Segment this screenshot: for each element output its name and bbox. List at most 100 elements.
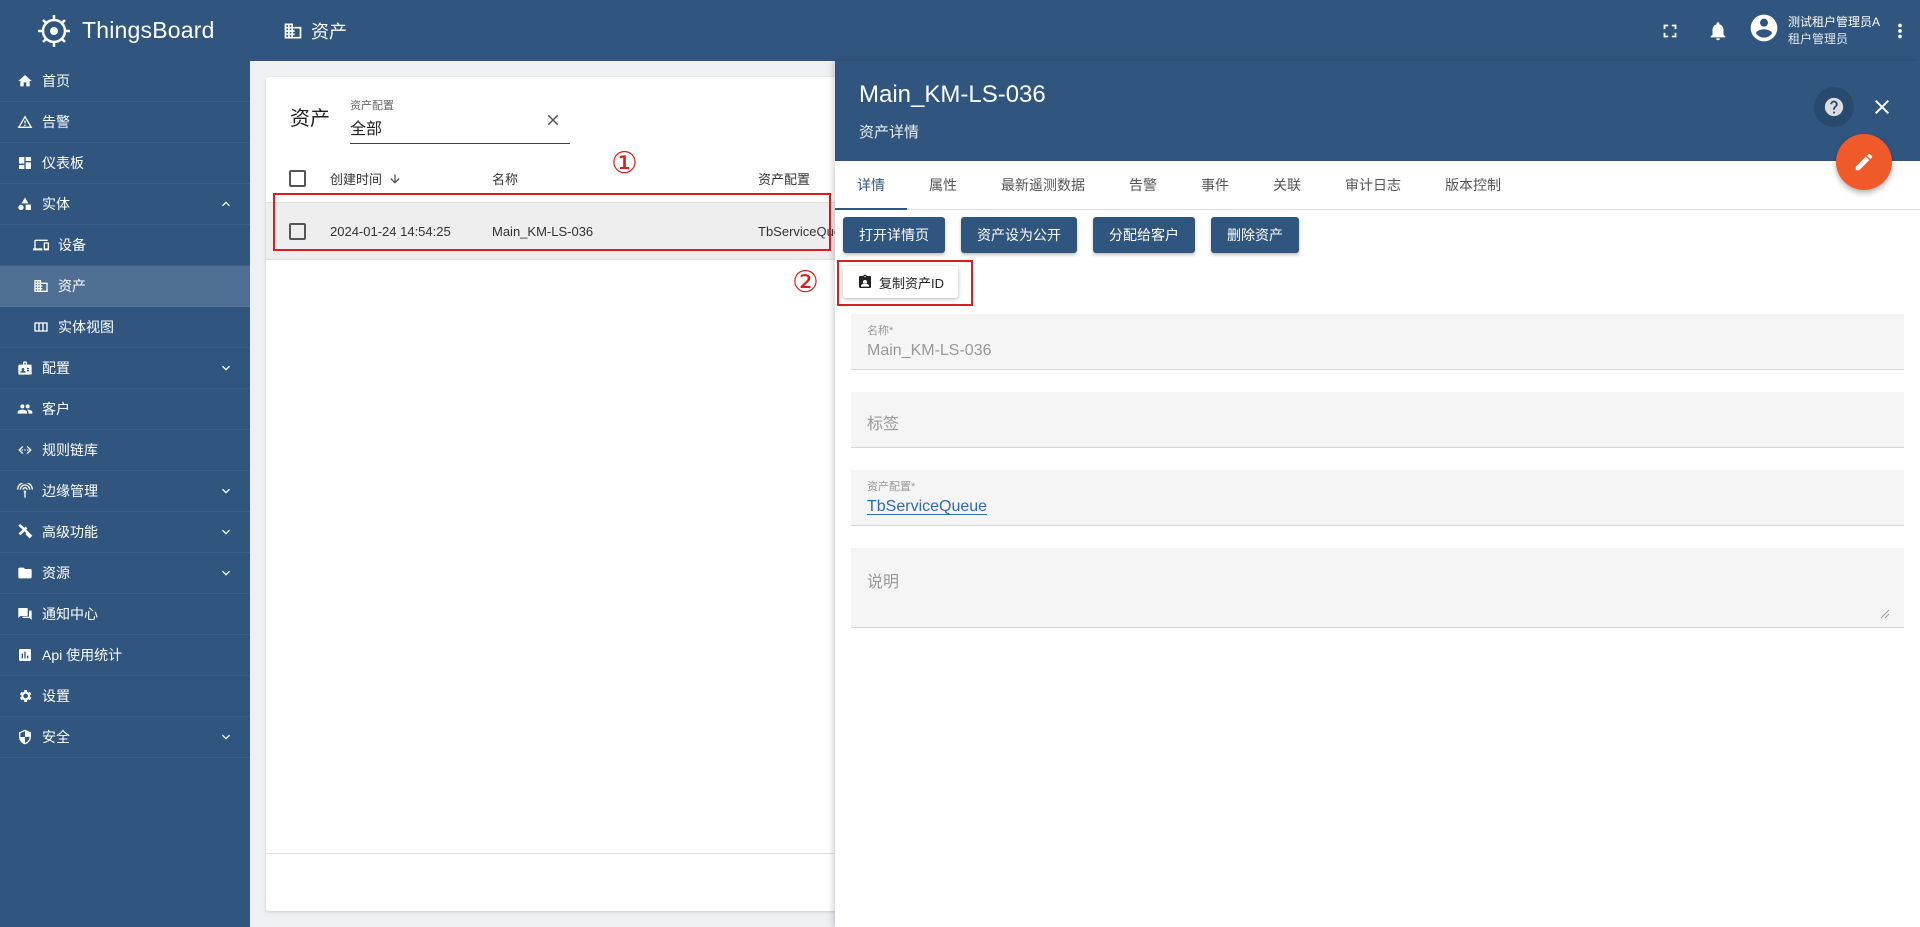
rule-chain-icon [16, 441, 34, 459]
help-button[interactable] [1814, 87, 1854, 127]
chevron-down-icon[interactable] [218, 729, 234, 745]
filter-label: 资产配置 [350, 99, 394, 112]
gear-icon [16, 687, 34, 705]
details-header: Main_KM-LS-036 资产详情 [835, 61, 1920, 190]
sidebar-item-advanced[interactable]: 高级功能 [0, 512, 250, 553]
chevron-down-icon[interactable] [218, 565, 234, 581]
account-circle-icon [1748, 12, 1780, 49]
resize-handle-icon[interactable] [1880, 609, 1890, 619]
sidebar-item-label: 首页 [42, 73, 70, 89]
chart-icon [16, 646, 34, 664]
sidebar-item-devices[interactable]: 设备 [0, 225, 250, 266]
fullscreen-icon [1663, 24, 1677, 37]
sidebar-item-api-usage[interactable]: Api 使用统计 [0, 635, 250, 676]
sidebar-item-settings[interactable]: 设置 [0, 676, 250, 717]
home-icon [16, 72, 34, 90]
thingsboard-logo-icon [38, 14, 70, 47]
chevron-down-icon[interactable] [218, 524, 234, 540]
arrow-down-icon [390, 173, 400, 184]
profiles-icon [16, 359, 34, 377]
sidebar-item-label: 设置 [42, 688, 70, 704]
breadcrumb-label: 资产 [311, 21, 347, 42]
step-two-marker: ② [792, 266, 819, 299]
tab-attributes[interactable]: 属性 [907, 161, 979, 209]
asset-profile-field[interactable]: 资产配置* TbServiceQueue [851, 470, 1904, 526]
description-field[interactable]: 说明 [851, 548, 1904, 628]
sidebar-item-label: 配置 [42, 360, 70, 376]
bell-icon [1710, 21, 1726, 40]
label-field-placeholder: 标签 [867, 416, 900, 433]
user-menu[interactable]: 测试租户管理员A 租户管理员 [1748, 12, 1880, 49]
sidebar-item-profiles[interactable]: 配置 [0, 348, 250, 389]
brand-logo[interactable]: ThingsBoard [0, 0, 250, 61]
help-icon [1824, 97, 1844, 117]
edit-button[interactable] [1836, 134, 1892, 190]
close-button[interactable] [1870, 95, 1894, 119]
sidebar-nav: 首页 告警 仪表板 实体 设备 资产 实体视图 配置 客户 规则链库 边缘管理 … [0, 61, 250, 758]
asset-details-panel: Main_KM-LS-036 资产详情 详情 属性 最新遥测数据 告警 事件 关… [835, 61, 1920, 927]
shield-icon [16, 728, 34, 746]
sidebar-item-label: 资产 [58, 278, 86, 294]
sidebar-item-label: 客户 [42, 401, 70, 417]
select-all-checkbox[interactable] [289, 170, 306, 187]
description-field-placeholder: 说明 [867, 574, 900, 591]
chevron-down-icon[interactable] [218, 483, 234, 499]
name-field-value: Main_KM-LS-036 [867, 342, 992, 359]
tab-relations[interactable]: 关联 [1251, 161, 1323, 209]
sidebar-item-label: 规则链库 [42, 442, 98, 458]
make-public-button[interactable]: 资产设为公开 [961, 217, 1077, 253]
sidebar-item-rule-chains[interactable]: 规则链库 [0, 430, 250, 471]
device-icon [32, 236, 50, 254]
sidebar-item-notification-center[interactable]: 通知中心 [0, 594, 250, 635]
fullscreen-button[interactable] [1646, 7, 1694, 55]
open-details-page-button[interactable]: 打开详情页 [843, 217, 945, 253]
tab-alarms[interactable]: 告警 [1107, 161, 1179, 209]
user-name: 测试租户管理员A [1787, 14, 1880, 29]
sidebar: ThingsBoard 首页 告警 仪表板 实体 设备 资产 实体视图 配置 客… [0, 0, 250, 927]
name-field[interactable]: 名称* Main_KM-LS-036 [851, 314, 1904, 370]
column-label: 创建时间 [330, 172, 383, 187]
sidebar-item-edge[interactable]: 边缘管理 [0, 471, 250, 512]
sidebar-item-entities[interactable]: 实体 [0, 184, 250, 225]
asset-profile-link[interactable]: TbServiceQueue [867, 498, 1888, 516]
asset-profile-filter[interactable]: 资产配置 全部 [350, 97, 570, 144]
sidebar-item-entity-views[interactable]: 实体视图 [0, 307, 250, 348]
sidebar-item-resources[interactable]: 资源 [0, 553, 250, 594]
sidebar-item-assets[interactable]: 资产 [0, 266, 250, 307]
dashboard-icon [16, 154, 34, 172]
sidebar-item-label: 安全 [42, 729, 70, 745]
row-highlight-box [273, 193, 831, 251]
sidebar-item-security[interactable]: 安全 [0, 717, 250, 758]
sidebar-item-customers[interactable]: 客户 [0, 389, 250, 430]
sidebar-item-home[interactable]: 首页 [0, 61, 250, 102]
sidebar-item-label: 设备 [58, 237, 86, 253]
label-field[interactable]: 标签 [851, 392, 1904, 448]
more-menu-button[interactable] [1880, 7, 1920, 55]
sidebar-item-label: 实体 [42, 196, 70, 212]
user-role: 租户管理员 [1787, 31, 1848, 46]
notification-icon [16, 605, 34, 623]
user-info: 测试租户管理员A 租户管理员 [1788, 14, 1880, 48]
tab-version-control[interactable]: 版本控制 [1423, 161, 1523, 209]
sidebar-item-label: 告警 [42, 114, 70, 130]
list-header: 资产 资产配置 全部 [266, 77, 886, 155]
details-subtitle: 资产详情 [859, 124, 920, 141]
notifications-button[interactable] [1694, 7, 1742, 55]
list-footer [266, 853, 886, 911]
chevron-up-icon[interactable] [218, 196, 234, 212]
sidebar-item-label: 资源 [42, 565, 70, 581]
copy-id-row: 复制资产ID [835, 253, 1920, 298]
sidebar-item-alarms[interactable]: 告警 [0, 102, 250, 143]
delete-asset-button[interactable]: 删除资产 [1211, 217, 1299, 253]
column-created-time[interactable]: 创建时间 [330, 169, 492, 188]
clear-icon[interactable] [544, 111, 562, 129]
tab-details[interactable]: 详情 [835, 161, 907, 210]
chevron-down-icon[interactable] [218, 360, 234, 376]
list-title: 资产 [290, 107, 330, 130]
tab-latest-telemetry[interactable]: 最新遥测数据 [979, 161, 1107, 209]
tab-events[interactable]: 事件 [1179, 161, 1251, 209]
sidebar-item-dashboards[interactable]: 仪表板 [0, 143, 250, 184]
assign-to-customer-button[interactable]: 分配给客户 [1093, 217, 1195, 253]
tab-audit-logs[interactable]: 审计日志 [1323, 161, 1423, 209]
sidebar-item-label: 边缘管理 [42, 483, 98, 499]
